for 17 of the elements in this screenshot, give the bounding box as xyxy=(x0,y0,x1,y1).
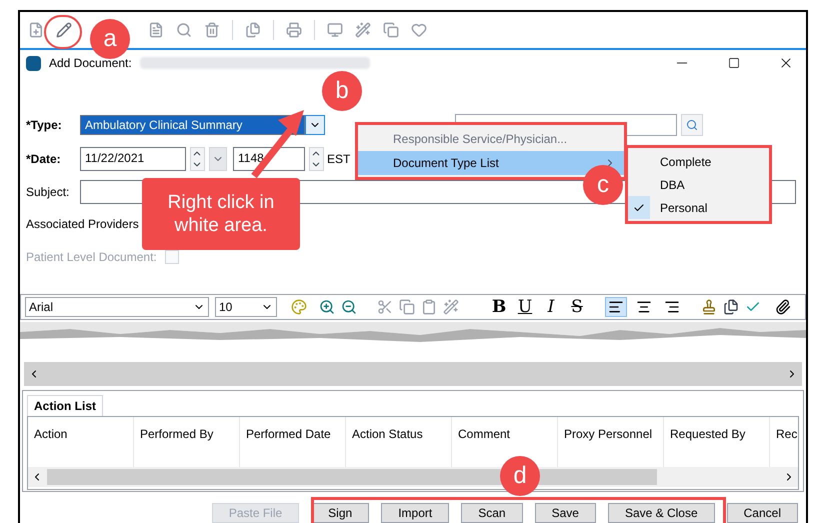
column-header: Comment xyxy=(452,417,558,451)
field-label: *Date: xyxy=(26,151,62,168)
field-label: Associated Providers xyxy=(26,216,139,233)
field-label: Subject: xyxy=(26,184,70,201)
field-label: Patient Level Document: xyxy=(26,249,157,266)
step-marker: b xyxy=(322,71,362,111)
column-header: Performed Date xyxy=(240,417,346,451)
column-header: Performed By xyxy=(134,417,240,451)
column-header: Proxy Personnel xyxy=(558,417,664,451)
time-zone: EST xyxy=(327,151,350,168)
column-header: Requested By xyxy=(664,417,770,451)
field-label: *Type: xyxy=(26,117,63,134)
column-header: Action Status xyxy=(346,417,452,451)
callout-tooltip: Right click in white area. xyxy=(142,178,300,250)
step-marker: d xyxy=(500,456,540,496)
column-header: Action xyxy=(28,417,134,451)
column-header: Rec xyxy=(770,417,817,451)
